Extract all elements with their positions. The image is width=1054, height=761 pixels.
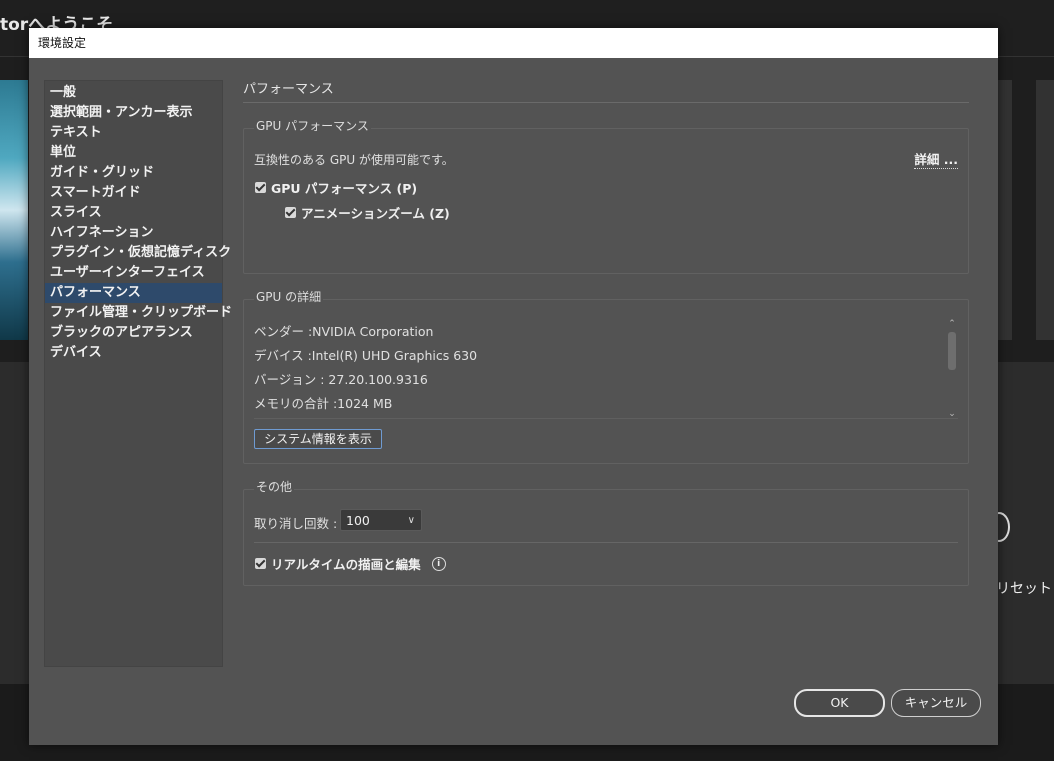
cancel-button[interactable]: キャンセル: [891, 689, 981, 717]
sidebar-item-devices[interactable]: デバイス: [45, 343, 222, 363]
sidebar-item-smart-guides[interactable]: スマートガイド: [45, 183, 222, 203]
undo-count-label: 取り消し回数 :: [254, 516, 338, 531]
other-group: その他 取り消し回数 : 100 ∨ リアルタイムの描画と編集 i: [243, 478, 969, 586]
sidebar-item-plugins-scratch-disks[interactable]: プラグイン・仮想記憶ディスク: [45, 243, 231, 263]
background-thumbnail: [0, 80, 28, 340]
gpu-vendor: ベンダー :NVIDIA Corporation: [254, 324, 434, 339]
scroll-thumb[interactable]: [948, 332, 956, 370]
sidebar-item-selection-anchor[interactable]: 選択範囲・アンカー表示: [45, 103, 222, 123]
gpu-performance-group: GPU パフォーマンス 互換性のある GPU が使用可能です。 詳細 ... G…: [243, 117, 969, 274]
background-card: [998, 80, 1012, 340]
undo-count-select[interactable]: 100 ∨: [340, 509, 422, 531]
preferences-content: パフォーマンス GPU パフォーマンス 互換性のある GPU が使用可能です。 …: [243, 80, 969, 586]
divider: [254, 542, 958, 543]
realtime-drawing-option[interactable]: リアルタイムの描画と編集 i: [255, 554, 446, 573]
background-card: [1036, 80, 1054, 340]
sidebar-item-user-interface[interactable]: ユーザーインターフェイス: [45, 263, 222, 283]
realtime-drawing-label: リアルタイムの描画と編集: [271, 557, 421, 572]
gpu-device: デバイス :Intel(R) UHD Graphics 630: [254, 348, 478, 363]
sidebar-item-guides-grid[interactable]: ガイド・グリッド: [45, 163, 222, 183]
sidebar-item-performance[interactable]: パフォーマンス: [45, 283, 222, 303]
sidebar-item-hyphenation[interactable]: ハイフネーション: [45, 223, 222, 243]
gpu-memory: メモリの合計 :1024 MB: [254, 396, 393, 411]
sidebar-item-slices[interactable]: スライス: [45, 203, 222, 223]
info-icon[interactable]: i: [431, 556, 446, 571]
gpu-performance-checkbox[interactable]: [255, 182, 266, 193]
animation-zoom-option[interactable]: アニメーションズーム (Z): [285, 203, 450, 222]
show-system-info-button[interactable]: システム情報を表示: [254, 429, 382, 449]
gpu-details-link[interactable]: 詳細 ...: [914, 149, 958, 169]
animation-zoom-checkbox[interactable]: [285, 207, 296, 218]
realtime-drawing-checkbox[interactable]: [255, 558, 266, 569]
other-group-label: その他: [254, 478, 295, 495]
gpu-performance-label: GPU パフォーマンス (P): [271, 181, 418, 196]
animation-zoom-label: アニメーションズーム (Z): [301, 206, 450, 221]
gpu-performance-group-label: GPU パフォーマンス: [254, 117, 371, 134]
preferences-sidebar: 一般 選択範囲・アンカー表示 テキスト 単位 ガイド・グリッド スマートガイド …: [44, 80, 232, 667]
ok-button[interactable]: OK: [794, 689, 885, 717]
sidebar-item-black-appearance[interactable]: ブラックのアピアランス: [45, 323, 222, 343]
gpu-info-list: ベンダー :NVIDIA Corporation デバイス :Intel(R) …: [254, 320, 958, 419]
dialog-title: 環境設定: [29, 28, 998, 58]
preferences-dialog: 環境設定 一般 選択範囲・アンカー表示 テキスト 単位 ガイド・グリッド スマー…: [29, 28, 998, 745]
page-title: パフォーマンス: [243, 80, 969, 103]
background-reset-label: リセット: [996, 581, 1052, 597]
sidebar-item-units[interactable]: 単位: [45, 143, 222, 163]
gpu-details-group-label: GPU の詳細: [254, 288, 324, 305]
gpu-info-scrollbar[interactable]: ⌃ ⌄: [946, 320, 958, 419]
gpu-performance-option[interactable]: GPU パフォーマンス (P): [255, 178, 417, 197]
chevron-down-icon: ∨: [407, 515, 415, 526]
undo-count-value: 100: [346, 513, 370, 528]
sidebar-item-text[interactable]: テキスト: [45, 123, 222, 143]
gpu-version: バージョン : 27.20.100.9316: [254, 372, 428, 387]
gpu-details-group: GPU の詳細 ベンダー :NVIDIA Corporation デバイス :I…: [243, 288, 969, 464]
sidebar-item-general[interactable]: 一般: [45, 83, 222, 103]
gpu-status-text: 互換性のある GPU が使用可能です。: [254, 153, 454, 167]
scroll-up-icon[interactable]: ⌃: [948, 320, 956, 329]
scroll-down-icon[interactable]: ⌄: [948, 410, 956, 419]
sidebar-item-file-handling[interactable]: ファイル管理・クリップボード: [45, 303, 232, 323]
